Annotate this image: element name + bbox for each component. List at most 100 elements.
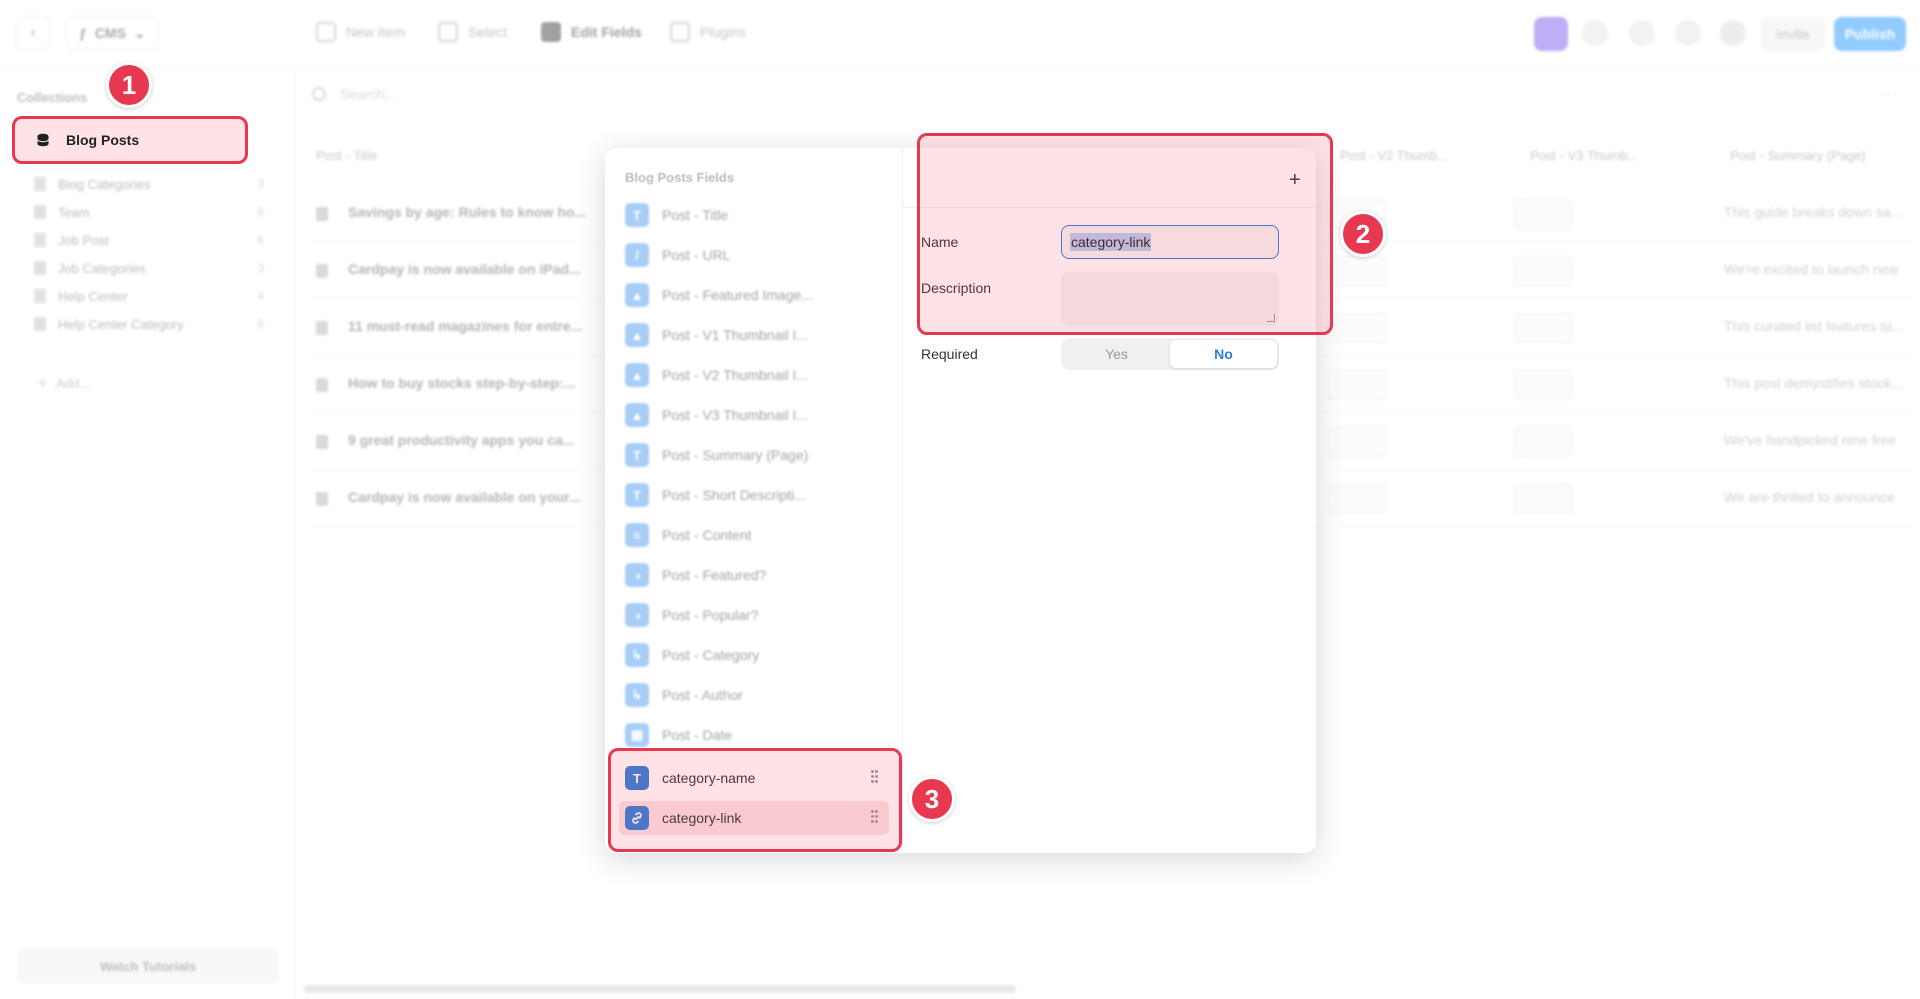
thumbnail: [1514, 199, 1572, 229]
sidebar-item-blog-posts[interactable]: Blog Posts: [14, 118, 246, 162]
thumbnail: [1514, 427, 1572, 457]
sidebar-item-label: Blog Posts: [66, 132, 140, 148]
slug-field-icon: /: [625, 243, 649, 267]
watch-tutorials-button[interactable]: Watch Tutorials: [16, 948, 280, 984]
invite-button[interactable]: Invite: [1760, 17, 1826, 51]
annotation-badge-2: 2: [1340, 211, 1386, 257]
thumbnail: [1328, 484, 1386, 514]
collections-title: Collections: [17, 90, 88, 105]
thumbnail: [1328, 370, 1386, 400]
sidebar-item-blog-categories[interactable]: Blog Categories 3: [34, 172, 264, 196]
annotation-badge-1: 1: [106, 62, 152, 108]
sidebar-item-team[interactable]: Team 6: [34, 200, 264, 224]
annotation-badge-3: 3: [909, 776, 955, 822]
sidebar-item-job-post[interactable]: Job Post 6: [34, 228, 264, 252]
highlight-field-settings: [917, 133, 1333, 335]
play-icon[interactable]: [1720, 20, 1746, 46]
chevron-left-icon[interactable]: ‹: [16, 16, 50, 50]
reference-field-icon: ↳: [625, 683, 649, 707]
field-item[interactable]: / Post - URL: [619, 238, 889, 272]
toggle-field-icon: ◑: [625, 603, 649, 627]
field-item[interactable]: T Post - Summary (Page): [619, 438, 889, 472]
date-field-icon: ▦: [625, 723, 649, 747]
database-icon: [34, 317, 46, 331]
new-item-button[interactable]: New Item: [316, 22, 405, 42]
column-header-summary[interactable]: Post - Summary (Page): [1730, 148, 1866, 163]
thumbnail: [1514, 256, 1572, 286]
thumbnail: [1328, 256, 1386, 286]
toggle-field-icon: ◑: [625, 563, 649, 587]
add-collection-button[interactable]: ＋ Add...: [36, 373, 90, 392]
required-no-option[interactable]: No: [1170, 340, 1277, 368]
column-header-v2-thumb[interactable]: Post - V2 Thumb...: [1340, 148, 1448, 163]
thumbnail: [1328, 427, 1386, 457]
more-options-icon[interactable]: ···: [1880, 86, 1899, 104]
sidebar-item-help-center[interactable]: Help Center 4: [34, 284, 264, 308]
image-field-icon: ▲: [625, 403, 649, 427]
grid-icon: [670, 22, 690, 42]
gear-icon[interactable]: [1629, 20, 1655, 46]
edit-fields-button[interactable]: Edit Fields: [541, 22, 642, 42]
document-icon: [316, 321, 328, 335]
document-icon: [316, 207, 328, 221]
bar-chart-icon[interactable]: [1675, 20, 1701, 46]
field-item[interactable]: ≡ Post - Content: [619, 518, 889, 552]
document-icon: [316, 435, 328, 449]
text-field-icon: T: [625, 483, 649, 507]
database-icon: [34, 289, 46, 303]
document-icon: [316, 492, 328, 506]
field-item[interactable]: ↳ Post - Author: [619, 678, 889, 712]
field-item[interactable]: ▦ Post - Date: [619, 718, 889, 752]
project-name: CMS: [94, 25, 126, 41]
thumbnail: [1514, 370, 1572, 400]
required-yes-option[interactable]: Yes: [1063, 340, 1170, 368]
field-item[interactable]: ▲ Post - V1 Thumbnail I...: [619, 318, 889, 352]
thumbnail: [1514, 313, 1572, 343]
image-field-icon: ▲: [625, 323, 649, 347]
reference-field-icon: ↳: [625, 643, 649, 667]
image-field-icon: ▲: [625, 283, 649, 307]
top-toolbar: ‹ ƒ CMS ⌄ New Item Select Edit Fields Pl…: [0, 0, 1920, 68]
thumbnail: [1328, 313, 1386, 343]
field-item[interactable]: ◑ Post - Featured?: [619, 558, 889, 592]
image-field-icon: ▲: [625, 363, 649, 387]
database-icon: [34, 233, 46, 247]
collections-sidebar: Collections Blog Categories 3 Team 6 Job P…: [0, 68, 296, 999]
field-item[interactable]: ▲ Post - V2 Thumbnail I...: [619, 358, 889, 392]
sidebar-item-job-categories[interactable]: Job Categories 3: [34, 256, 264, 280]
database-icon: [34, 177, 46, 191]
field-item[interactable]: ◑ Post - Popular?: [619, 598, 889, 632]
database-icon: [34, 261, 46, 275]
publish-button[interactable]: Publish: [1834, 17, 1906, 51]
framer-logo-icon: ƒ: [79, 25, 87, 41]
project-switcher[interactable]: ƒ CMS ⌄: [66, 16, 159, 50]
globe-icon[interactable]: [1582, 20, 1608, 46]
chevron-down-icon: ⌄: [133, 24, 146, 41]
plus-square-icon: [316, 22, 336, 42]
field-item[interactable]: T Post - Title: [619, 198, 889, 232]
field-item[interactable]: ▲ Post - V3 Thumbnail I...: [619, 398, 889, 432]
highlight-new-fields: [608, 748, 902, 852]
plugins-button[interactable]: Plugins: [670, 22, 746, 42]
rich-text-field-icon: ≡: [625, 523, 649, 547]
horizontal-scrollbar[interactable]: [304, 985, 1016, 993]
field-item[interactable]: ↳ Post - Category: [619, 638, 889, 672]
required-toggle: Yes No: [1061, 338, 1279, 370]
sidebar-item-help-center-category[interactable]: Help Center Category 6: [34, 312, 264, 336]
thumbnail: [1514, 484, 1572, 514]
fields-panel-title: Blog Posts Fields: [625, 170, 735, 185]
text-field-icon: T: [625, 203, 649, 227]
required-label: Required: [921, 346, 978, 362]
edit-icon: [541, 22, 561, 42]
analytics-icon[interactable]: [1534, 17, 1568, 51]
field-item[interactable]: ▲ Post - Featured Image...: [619, 278, 889, 312]
select-button[interactable]: Select: [438, 22, 507, 42]
document-icon: [316, 264, 328, 278]
database-icon: [34, 205, 46, 219]
field-item[interactable]: T Post - Short Descripti...: [619, 478, 889, 512]
column-header-title[interactable]: Post - Title: [316, 148, 377, 163]
text-field-icon: T: [625, 443, 649, 467]
search-bar[interactable]: Search...: [312, 86, 396, 102]
column-header-v3-thumb[interactable]: Post - V3 Thumb...: [1530, 148, 1638, 163]
document-icon: [316, 378, 328, 392]
